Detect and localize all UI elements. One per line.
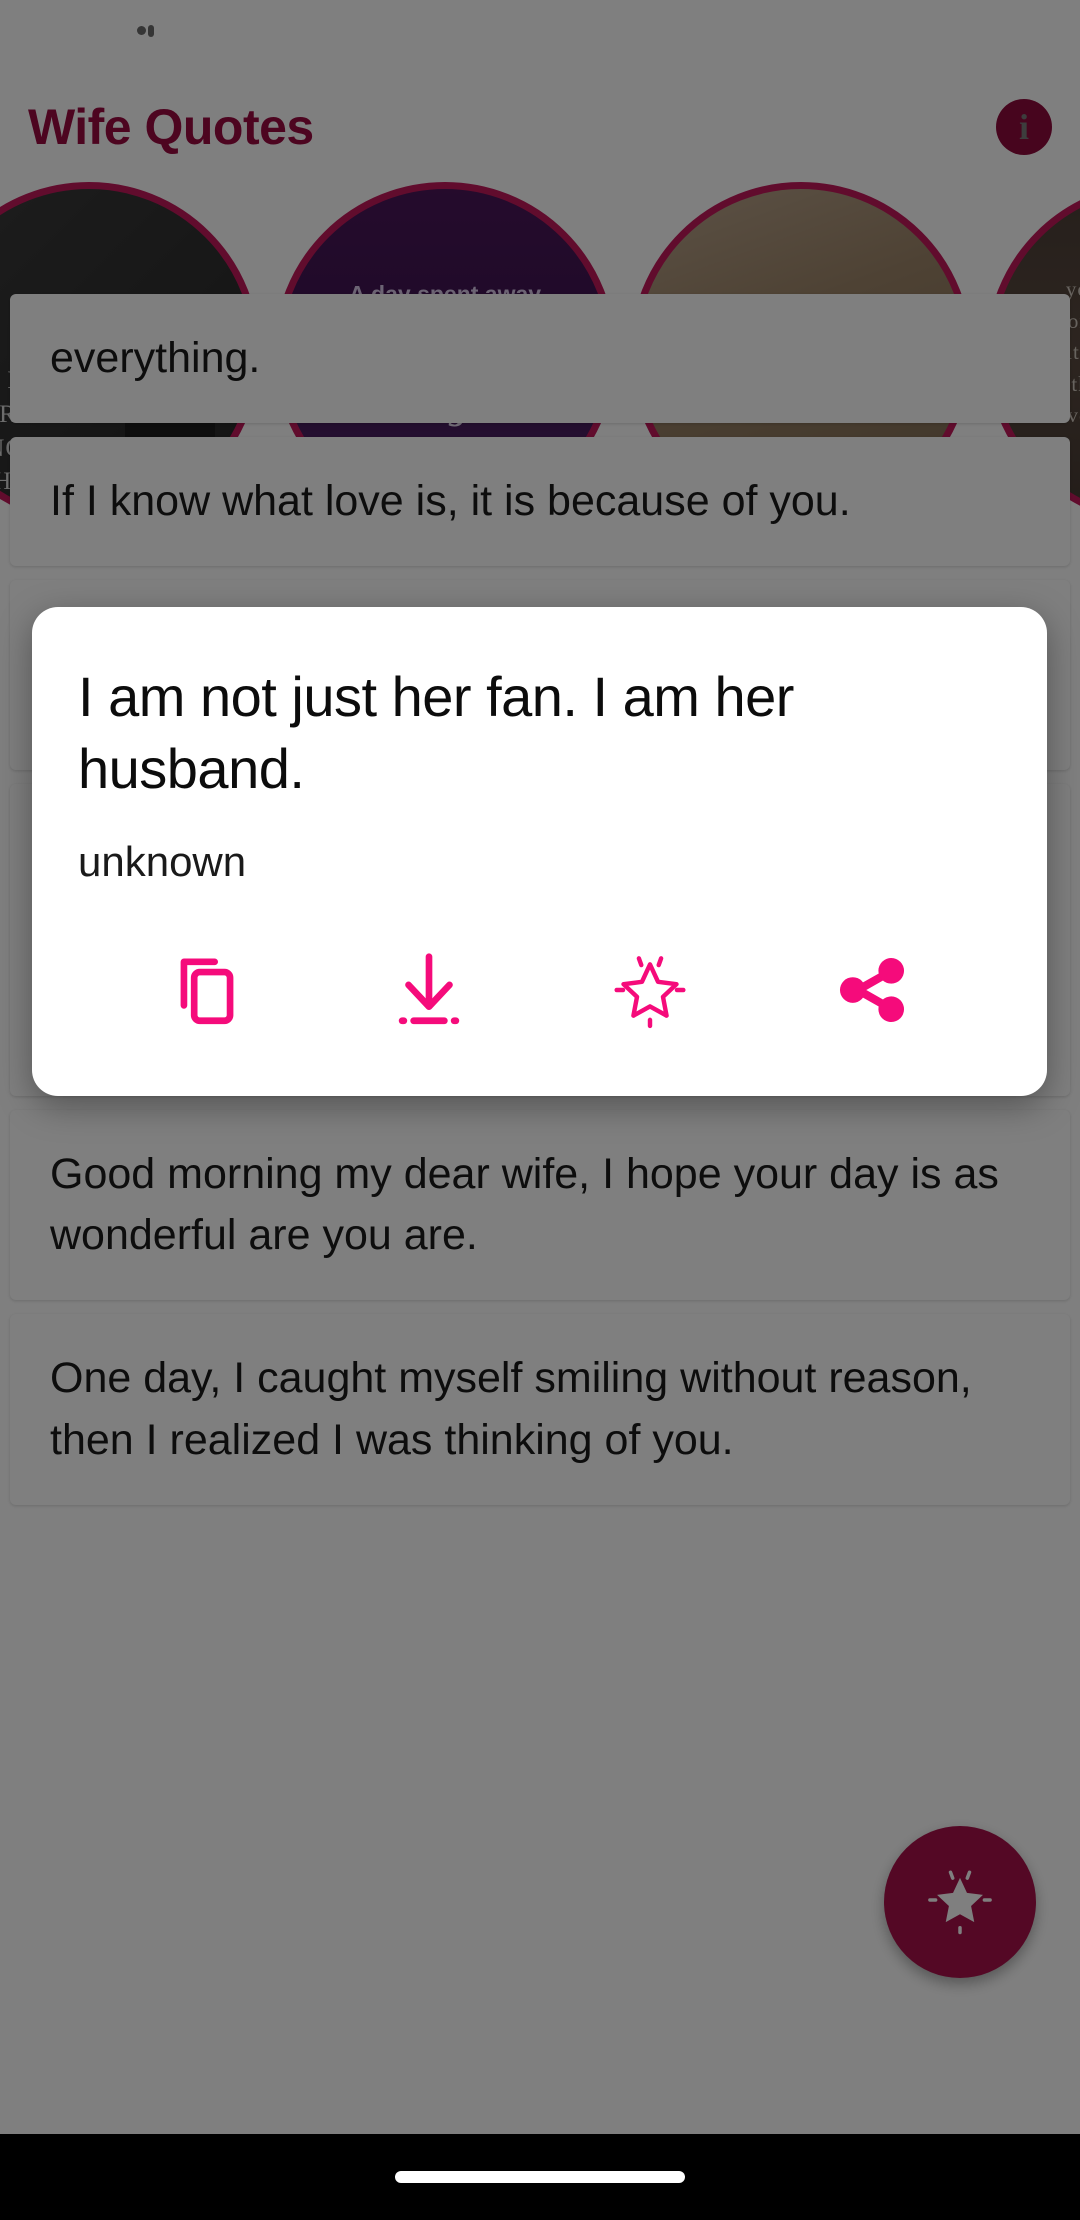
home-gesture-pill[interactable] [395,2171,685,2183]
dialog-quote-text: I am not just her fan. I am her husband. [78,665,794,800]
favorite-action-button[interactable] [540,930,762,1050]
share-icon [831,949,913,1031]
download-action-button[interactable] [318,930,540,1050]
quote-detail-dialog: I am not just her fan. I am her husband.… [32,607,1047,1097]
copy-action-button[interactable] [96,930,318,1050]
dialog-action-row [78,930,1001,1050]
phone-screen: 7:01 Wife Quotes i YOU MA [0,0,1080,2220]
share-action-button[interactable] [761,930,983,1050]
copy-icon [166,949,248,1031]
star-sparkle-icon [609,949,691,1031]
download-icon [388,949,470,1031]
dialog-quote-author: unknown [78,838,247,886]
system-navigation-bar [0,2134,1080,2220]
